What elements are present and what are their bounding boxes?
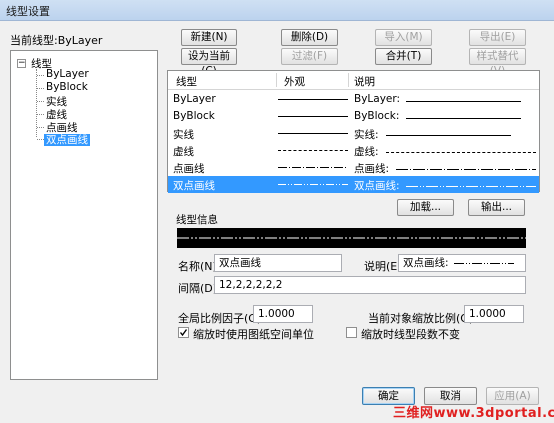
header-description[interactable]: 说明 [354,74,375,89]
filter-button[interactable]: 过滤(F) [281,48,338,65]
global-scale-field[interactable]: 1.0000 [253,305,313,323]
linetype-list[interactable]: 线型 外观 说明 ByLayer ByLayer: ByBlock ByBloc… [167,70,540,193]
output-button[interactable]: 输出... [468,199,525,216]
header-appearance[interactable]: 外观 [284,74,305,89]
appearance-dashed [278,150,348,152]
interval-field[interactable]: 12,2,2,2,2,2 [214,276,526,294]
row-name: ByLayer [173,93,216,105]
row-desc: ByBlock: [354,110,400,122]
window-title: 线型设置 [6,5,50,18]
keep-segments-label: 缩放时线型段数不变 [361,328,460,341]
appearance-solid [278,116,348,118]
current-scale-label: 当前对象缩放比例(O): [368,312,477,325]
appearance-solid [278,133,348,135]
title-bar: 线型设置 [0,0,554,21]
row-desc: 虚线: [354,146,379,158]
linetype-info-label: 线型信息 [176,214,218,226]
global-scale-label: 全局比例因子(G): [178,312,265,325]
check-icon [179,329,188,337]
table-row[interactable]: 实线 实线: [168,125,539,142]
row-desc: 点画线: [354,163,390,175]
use-paper-units-label: 缩放时使用图纸空间单位 [193,328,314,341]
import-button[interactable]: 导入(M) [375,29,432,46]
table-row[interactable]: ByLayer ByLayer: [168,91,539,108]
row-name: 双点画线 [173,180,215,192]
linetype-tree[interactable]: − 线型 ByLayer ByBlock 实线 虚线 点画线 双点画线 [10,50,158,380]
table-row-selected[interactable]: 双点画线 双点画线: [168,176,539,193]
current-linetype-label: 当前线型:ByLayer [10,34,103,47]
row-name: 虚线 [173,146,194,158]
row-desc: 双点画线: [354,180,400,192]
load-button[interactable]: 加载... [397,199,454,216]
row-name: ByBlock [173,110,215,122]
linetype-preview [177,228,526,248]
row-desc: 实线: [354,129,379,141]
collapse-icon[interactable]: − [17,59,26,68]
set-current-button[interactable]: 设为当前(C) [181,48,237,77]
row-name: 点画线 [173,163,205,175]
row-name: 实线 [173,129,194,141]
use-paper-units-checkbox[interactable] [178,327,189,338]
keep-segments-checkbox[interactable] [346,327,357,338]
table-row[interactable]: 虚线 虚线: [168,142,539,159]
current-scale-field[interactable]: 1.0000 [464,305,524,323]
merge-button[interactable]: 合并(T) [375,48,432,65]
row-desc: ByLayer: [354,93,401,105]
tree-item-double-dashdot[interactable]: 双点画线 [44,132,90,147]
tree-item-byblock[interactable]: ByBlock [46,81,88,93]
style-replace-button[interactable]: 样式替代(V) [469,48,526,77]
watermark: 三维网www.3dportal.cn [393,406,554,421]
appearance-dashdot [278,167,348,168]
appearance-solid [278,99,348,101]
desc-field[interactable]: 双点画线: [398,254,526,272]
export-button[interactable]: 导出(E) [469,29,526,46]
list-header: 线型 外观 说明 [168,71,539,90]
table-row[interactable]: ByBlock ByBlock: [168,108,539,125]
delete-button[interactable]: 删除(D) [281,29,338,46]
new-button[interactable]: 新建(N) [181,29,237,46]
name-field[interactable]: 双点画线 [214,254,342,272]
tree-item-bylayer[interactable]: ByLayer [46,68,89,80]
header-linetype[interactable]: 线型 [176,74,197,89]
table-row[interactable]: 点画线 点画线: [168,159,539,176]
appearance-dashdotdot [278,184,348,185]
